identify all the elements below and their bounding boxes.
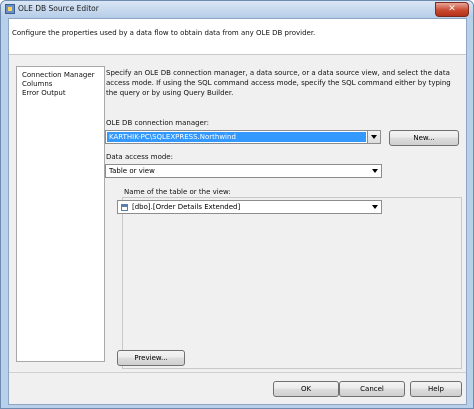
nav-item-error-output[interactable]: Error Output bbox=[17, 89, 104, 98]
table-name-dropdown[interactable]: [dbo].[Order Details Extended] bbox=[117, 200, 382, 214]
chevron-down-icon[interactable] bbox=[368, 201, 381, 213]
app-icon bbox=[5, 4, 15, 14]
table-icon bbox=[121, 204, 128, 211]
data-access-mode-value: Table or view bbox=[109, 167, 155, 175]
connection-manager-dropdown[interactable]: KARTHIK-PC\SQLEXPRESS.Northwind bbox=[105, 130, 381, 144]
new-connection-button[interactable]: New... bbox=[389, 130, 459, 146]
nav-item-columns[interactable]: Columns bbox=[17, 80, 104, 89]
ok-button[interactable]: OK bbox=[273, 381, 339, 397]
navigation-list: Connection Manager Columns Error Output bbox=[16, 66, 105, 362]
close-button[interactable]: ✕ bbox=[435, 2, 469, 17]
ole-db-source-editor-window: OLE DB Source Editor ✕ Configure the pro… bbox=[0, 0, 474, 409]
table-selection-group bbox=[122, 197, 462, 369]
help-button[interactable]: Help bbox=[410, 381, 462, 397]
connection-manager-value: KARTHIK-PC\SQLEXPRESS.Northwind bbox=[107, 132, 366, 142]
table-name-label: Name of the table or the view: bbox=[124, 188, 231, 196]
footer-band: OK Cancel Help bbox=[9, 372, 466, 404]
chevron-down-icon[interactable] bbox=[368, 165, 381, 177]
preview-button[interactable]: Preview... bbox=[117, 350, 185, 366]
dialog-client-area: Configure the properties used by a data … bbox=[8, 18, 467, 405]
nav-item-connection-manager[interactable]: Connection Manager bbox=[17, 71, 104, 80]
cancel-button[interactable]: Cancel bbox=[339, 381, 405, 397]
page-description: Specify an OLE DB connection manager, a … bbox=[106, 69, 451, 97]
header-band: Configure the properties used by a data … bbox=[9, 19, 466, 55]
data-access-mode-label: Data access mode: bbox=[106, 153, 173, 161]
chevron-down-icon[interactable] bbox=[367, 131, 380, 143]
header-description: Configure the properties used by a data … bbox=[12, 29, 316, 37]
title-bar[interactable]: OLE DB Source Editor ✕ bbox=[1, 1, 473, 18]
window-title: OLE DB Source Editor bbox=[18, 4, 99, 13]
table-name-value: [dbo].[Order Details Extended] bbox=[132, 203, 241, 211]
connection-manager-label: OLE DB connection manager: bbox=[106, 119, 209, 127]
data-access-mode-dropdown[interactable]: Table or view bbox=[105, 164, 382, 178]
